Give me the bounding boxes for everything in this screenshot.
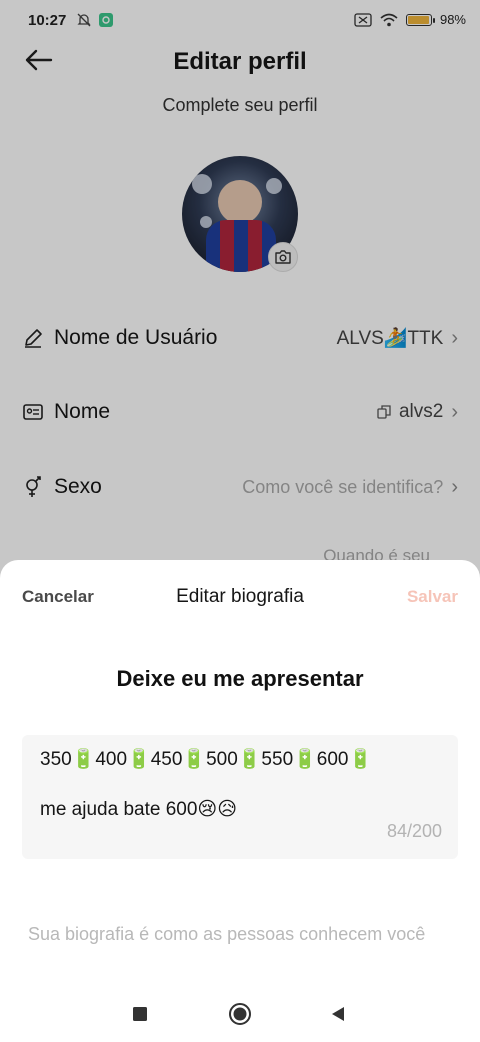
back-icon <box>332 1007 344 1021</box>
character-counter: 84/200 <box>386 821 442 841</box>
nav-back-button[interactable] <box>326 1002 350 1026</box>
save-button[interactable]: Salvar <box>407 587 458 607</box>
recent-apps-icon <box>133 1007 147 1021</box>
home-button[interactable] <box>228 1002 252 1026</box>
system-nav-bar <box>0 986 480 1042</box>
home-icon <box>229 1003 251 1025</box>
bio-input[interactable]: 350🔋400🔋450🔋500🔋550🔋600🔋 me ajuda bate 6… <box>22 735 458 859</box>
edit-bio-sheet: Cancelar Editar biografia Salvar Deixe e… <box>0 560 480 1042</box>
edit-profile-screen: 10:27 98% Editar perfil Complete seu per… <box>0 0 480 1042</box>
bio-text-line-2: me ajuda bate 600😢😥 <box>40 799 238 820</box>
bio-text-line-1: 350🔋400🔋450🔋500🔋550🔋600🔋 <box>40 749 373 770</box>
bio-hint: Sua biografia é como as pessoas conhecem… <box>28 924 426 944</box>
sheet-heading: Deixe eu me apresentar <box>116 666 364 691</box>
recent-apps-button[interactable] <box>128 1002 152 1026</box>
